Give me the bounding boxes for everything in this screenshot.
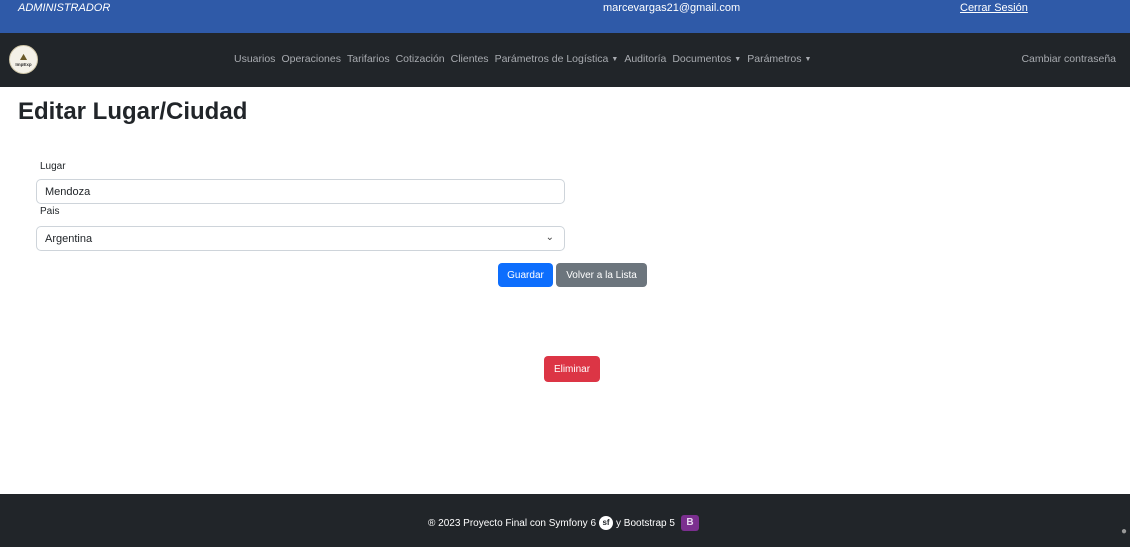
footer-text: ® 2023 Proyecto Final con Symfony 6 sf y… — [428, 515, 699, 531]
bootstrap-icon: B — [680, 515, 699, 531]
page-title: Editar Lugar/Ciudad — [18, 98, 248, 125]
nav-item-tarifarios[interactable]: Tarifarios — [347, 53, 390, 65]
main-navbar: ⛰ ImpExp Usuarios Operaciones Tarifarios… — [0, 33, 1130, 87]
chevron-down-icon: ⌄ — [545, 232, 554, 243]
caret-down-icon: ▼ — [734, 56, 742, 63]
nav-item-clientes[interactable]: Clientes — [451, 53, 489, 65]
change-password-link[interactable]: Cambiar contraseña — [1021, 53, 1116, 65]
nav-item-cotizacion[interactable]: Cotización — [396, 53, 445, 65]
logout-link[interactable]: Cerrar Sesión — [960, 2, 1028, 14]
nav-item-auditoria[interactable]: Auditoría — [624, 53, 666, 65]
user-role: ADMINISTRADOR — [18, 2, 111, 14]
pais-label: Pais — [40, 206, 60, 217]
user-email: marcevargas21@gmail.com — [603, 2, 741, 14]
brand-logo[interactable]: ⛰ ImpExp — [9, 45, 38, 74]
back-to-list-button[interactable]: Volver a la Lista — [556, 263, 647, 287]
pais-select[interactable]: Argentina ⌄ — [36, 226, 565, 251]
nav-item-parametros[interactable]: Parámetros ▼ — [747, 53, 811, 65]
corner-icon: ● — [1120, 526, 1127, 537]
footer-copyright: ® 2023 Proyecto Final con Symfony 6 — [428, 517, 597, 529]
footer: ® 2023 Proyecto Final con Symfony 6 sf y… — [0, 494, 1130, 547]
save-button[interactable]: Guardar — [498, 263, 553, 287]
caret-down-icon: ▼ — [804, 56, 812, 63]
caret-down-icon: ▼ — [611, 56, 619, 63]
delete-button[interactable]: Eliminar — [544, 356, 600, 382]
building-icon: ⛰ — [19, 51, 28, 62]
nav-item-parametros-logistica[interactable]: Parámetros de Logística ▼ — [495, 53, 619, 65]
nav-item-documentos[interactable]: Documentos ▼ — [672, 53, 741, 65]
nav-menu: Usuarios Operaciones Tarifarios Cotizaci… — [234, 53, 817, 65]
brand-logo-text: ImpExp — [15, 61, 32, 67]
footer-bootstrap-text: y Bootstrap 5 — [616, 517, 675, 529]
pais-select-value: Argentina — [45, 233, 93, 245]
nav-item-usuarios[interactable]: Usuarios — [234, 53, 275, 65]
lugar-input[interactable]: Mendoza — [36, 179, 565, 204]
lugar-label: Lugar — [40, 161, 66, 172]
nav-item-operaciones[interactable]: Operaciones — [281, 53, 341, 65]
top-bar: ADMINISTRADOR marcevargas21@gmail.com Ce… — [0, 0, 1130, 33]
symfony-icon: sf — [599, 516, 614, 530]
